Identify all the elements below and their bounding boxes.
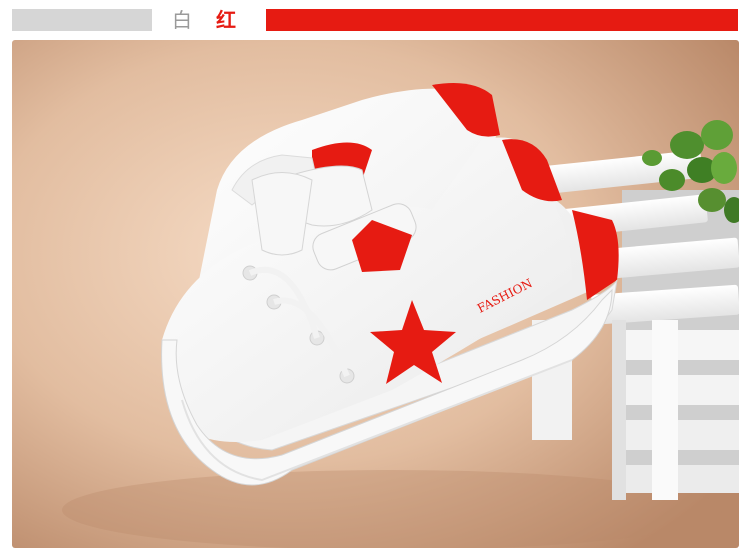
color-label-red: 红: [216, 8, 236, 32]
color-label-white: 白: [172, 8, 192, 32]
white-variant-bar: [12, 9, 152, 31]
red-variant-bar: [266, 9, 738, 31]
product-photo: FASHION: [12, 40, 739, 548]
color-variant-header: 白 红: [0, 0, 750, 38]
